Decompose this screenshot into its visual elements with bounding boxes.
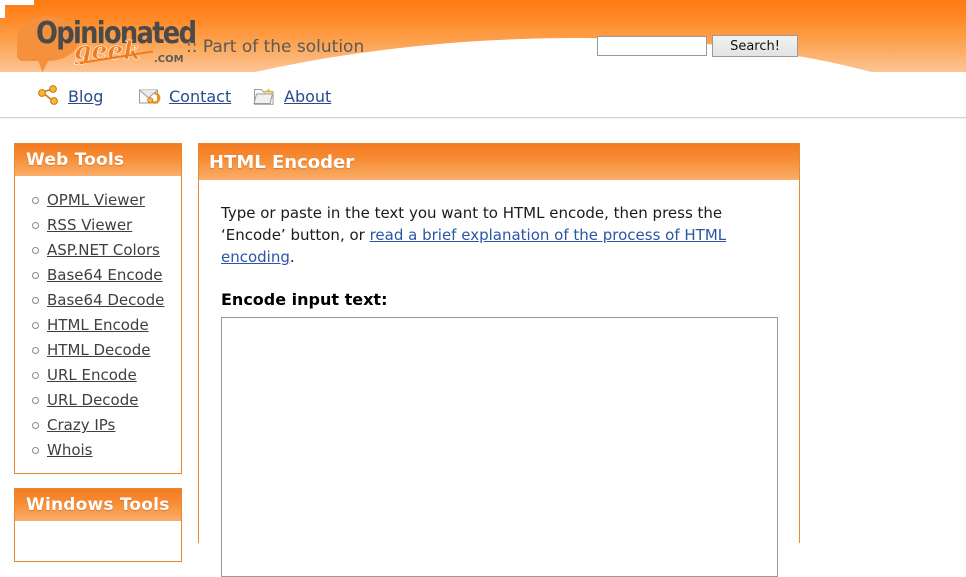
sidebar-item-html-decode[interactable]: HTML Decode <box>47 341 150 359</box>
list-item[interactable]: Base64 Decode <box>31 288 181 312</box>
sidebar-item-aspnet-colors[interactable]: ASP.NET Colors <box>47 241 160 259</box>
sidebar-item-crazy-ips[interactable]: Crazy IPs <box>47 416 115 434</box>
list-item[interactable]: URL Encode <box>31 363 181 387</box>
search-button[interactable]: Search! <box>712 35 798 57</box>
sidebar-panel-windows-tools: Windows Tools <box>14 488 182 562</box>
site-header: Opinionated geek .COM :: Part of the sol… <box>0 0 966 76</box>
intro-paragraph: Type or paste in the text you want to HT… <box>221 202 777 268</box>
main-panel-body: Type or paste in the text you want to HT… <box>199 180 799 577</box>
sidebar-panel-header: Web Tools <box>15 144 181 176</box>
sidebar-item-url-decode[interactable]: URL Decode <box>47 391 138 409</box>
list-item[interactable]: OPML Viewer <box>31 188 181 212</box>
list-item[interactable]: ASP.NET Colors <box>31 238 181 262</box>
web-tools-list: OPML Viewer RSS Viewer ASP.NET Colors Ba… <box>15 188 181 462</box>
list-item[interactable]: Base64 Encode <box>31 263 181 287</box>
sidebar-item-opml-viewer[interactable]: OPML Viewer <box>47 191 145 209</box>
list-item[interactable]: Crazy IPs <box>31 413 181 437</box>
main-panel-header: HTML Encoder <box>199 144 799 180</box>
list-item[interactable]: HTML Decode <box>31 338 181 362</box>
sidebar-panel-web-tools: Web Tools OPML Viewer RSS Viewer ASP.NET… <box>14 143 182 474</box>
intro-text-after: . <box>289 248 295 266</box>
page-title: HTML Encoder <box>209 151 355 173</box>
main-nav: Blog Contact About <box>0 76 966 118</box>
sidebar-panel-header: Windows Tools <box>15 489 181 521</box>
nav-divider-highlight <box>0 118 966 119</box>
search-input[interactable] <box>597 36 707 56</box>
list-item[interactable]: HTML Encode <box>31 313 181 337</box>
envelope-icon <box>137 84 161 108</box>
share-network-icon <box>36 84 60 108</box>
main-panel: HTML Encoder Type or paste in the text y… <box>198 143 800 577</box>
encode-input-label: Encode input text: <box>221 290 388 309</box>
header-left-sliver <box>0 0 5 18</box>
sidebar-item-rss-viewer[interactable]: RSS Viewer <box>47 216 132 234</box>
encode-input-textarea[interactable] <box>221 317 778 577</box>
nav-item-about-label: About <box>284 86 332 106</box>
sidebar-item-base64-encode[interactable]: Base64 Encode <box>47 266 163 284</box>
sidebar-panel-title-windows-tools: Windows Tools <box>26 495 170 515</box>
nav-item-about[interactable]: About <box>252 82 331 110</box>
list-item[interactable]: URL Decode <box>31 388 181 412</box>
nav-item-blog-label: Blog <box>68 86 104 106</box>
logo-tld: .COM <box>154 54 184 65</box>
site-tagline: :: Part of the solution <box>186 37 365 57</box>
sidebar-item-whois[interactable]: Whois <box>47 441 93 459</box>
nav-item-contact-label: Contact <box>169 86 232 106</box>
sidebar-panel-body <box>15 521 181 561</box>
list-item[interactable]: RSS Viewer <box>31 213 181 237</box>
sidebar-item-base64-decode[interactable]: Base64 Decode <box>47 291 164 309</box>
sidebar: Web Tools OPML Viewer RSS Viewer ASP.NET… <box>14 143 182 576</box>
folder-stars-icon <box>252 84 276 108</box>
sidebar-item-url-encode[interactable]: URL Encode <box>47 366 137 384</box>
sidebar-panel-title-web-tools: Web Tools <box>26 150 125 170</box>
header-top-sliver <box>0 0 34 5</box>
site-logo[interactable]: Opinionated geek .COM <box>36 18 197 70</box>
nav-item-blog[interactable]: Blog <box>36 82 103 110</box>
list-item[interactable]: Whois <box>31 438 181 462</box>
sidebar-item-html-encode[interactable]: HTML Encode <box>47 316 149 334</box>
nav-item-contact[interactable]: Contact <box>137 82 231 110</box>
sidebar-panel-body: OPML Viewer RSS Viewer ASP.NET Colors Ba… <box>15 176 181 473</box>
